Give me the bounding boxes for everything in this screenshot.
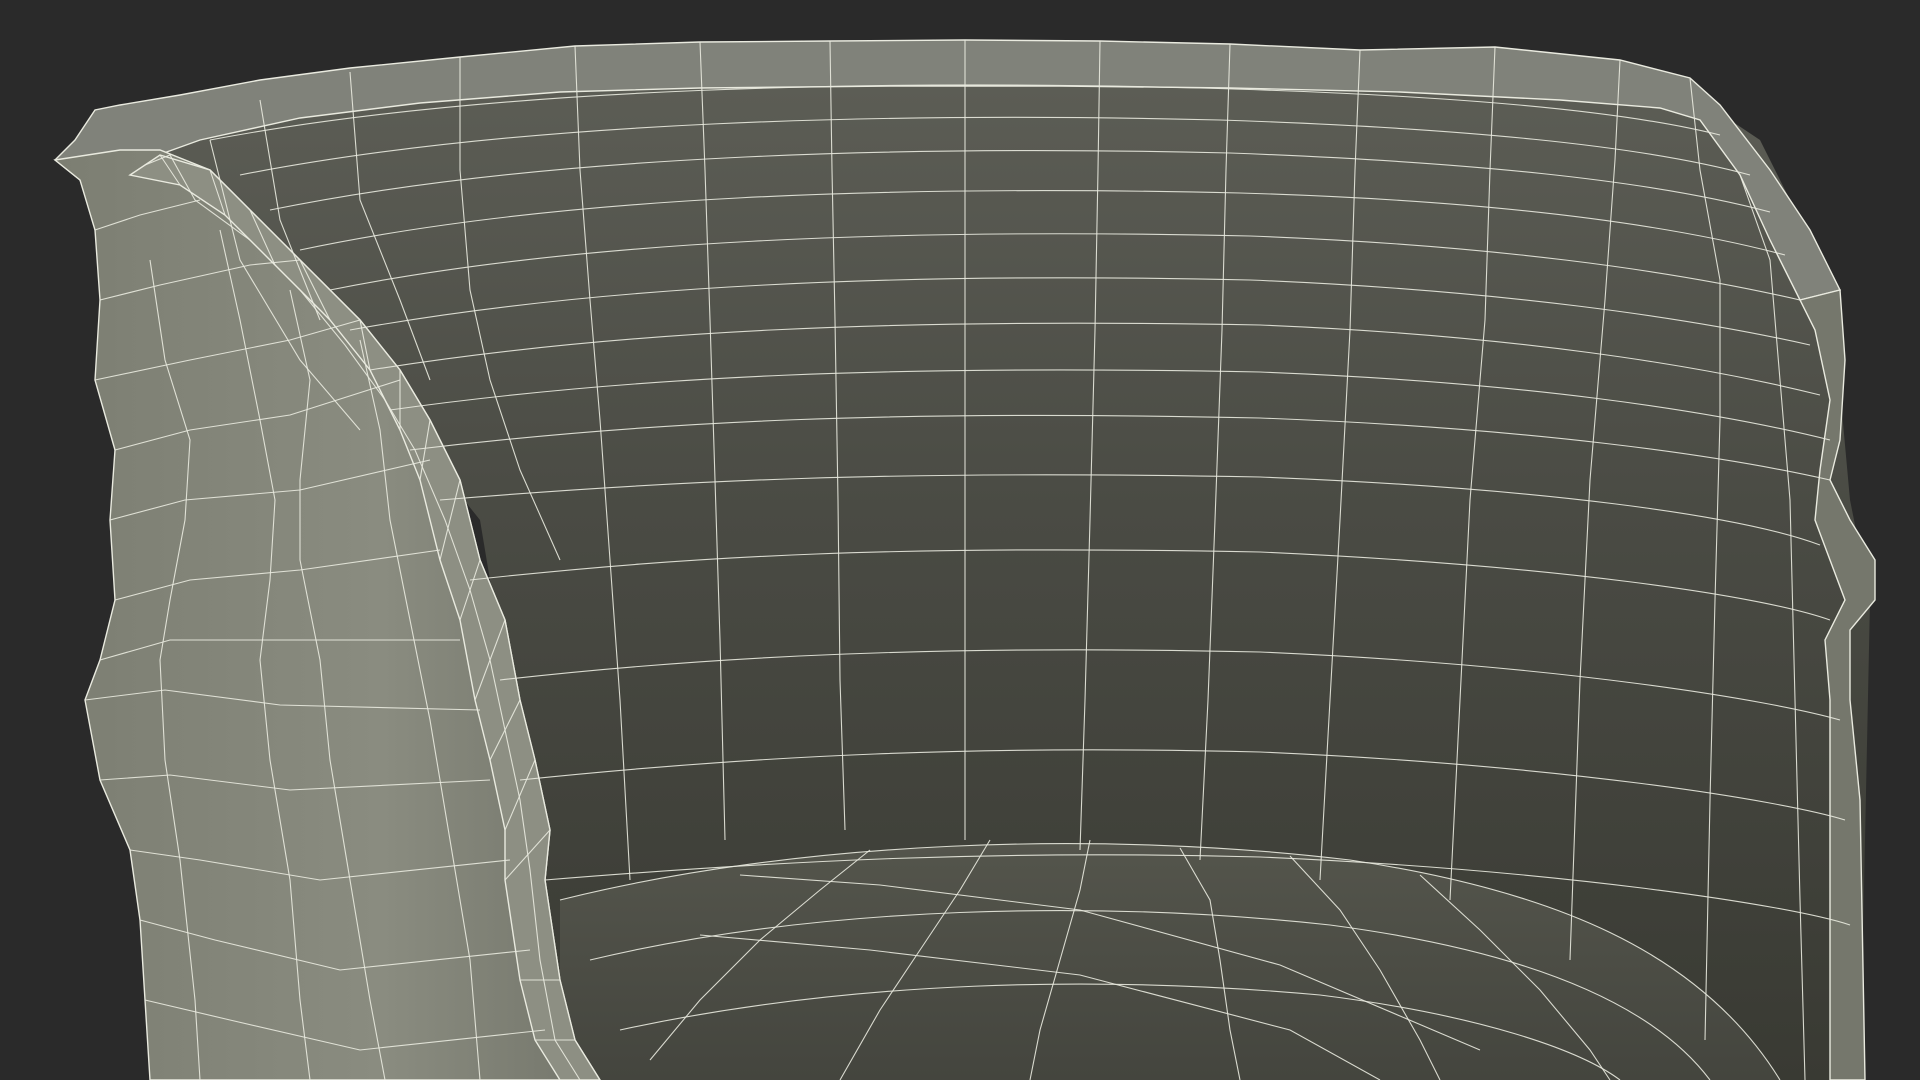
chair-wireframe — [53, 39, 1876, 1080]
render-viewport — [0, 0, 1920, 1080]
